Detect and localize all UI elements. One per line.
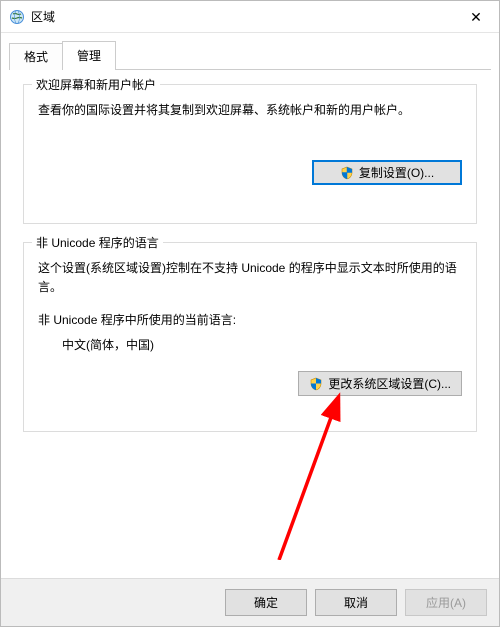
group-welcome-accounts: 欢迎屏幕和新用户帐户 查看你的国际设置并将其复制到欢迎屏幕、系统帐户和新的用户帐…	[23, 84, 477, 224]
change-system-locale-button[interactable]: 更改系统区域设置(C)...	[298, 371, 462, 396]
copy-settings-button[interactable]: 复制设置(O)...	[312, 160, 462, 185]
dialog-footer: 确定 取消 应用(A)	[1, 578, 499, 626]
group-welcome-title: 欢迎屏幕和新用户帐户	[32, 76, 160, 93]
close-icon: ✕	[470, 10, 482, 24]
group-welcome-desc: 查看你的国际设置并将其复制到欢迎屏幕、系统帐户和新的用户帐户。	[38, 101, 462, 120]
group-non-unicode-title: 非 Unicode 程序的语言	[32, 234, 163, 251]
titlebar: 区域 ✕	[1, 1, 499, 33]
globe-icon	[9, 9, 25, 25]
copy-settings-label: 复制设置(O)...	[359, 164, 434, 181]
close-button[interactable]: ✕	[453, 1, 499, 33]
shield-icon	[340, 166, 354, 180]
change-system-locale-label: 更改系统区域设置(C)...	[328, 375, 451, 392]
current-language-label: 非 Unicode 程序中所使用的当前语言:	[38, 311, 462, 328]
cancel-button[interactable]: 取消	[315, 589, 397, 616]
current-language-value: 中文(简体，中国)	[38, 336, 462, 353]
shield-icon	[309, 377, 323, 391]
tab-content-admin: 欢迎屏幕和新用户帐户 查看你的国际设置并将其复制到欢迎屏幕、系统帐户和新的用户帐…	[9, 70, 491, 584]
tabs-container: 格式 管理 欢迎屏幕和新用户帐户 查看你的国际设置并将其复制到欢迎屏幕、系统帐户…	[1, 33, 499, 584]
tab-strip: 格式 管理	[9, 41, 491, 70]
group-non-unicode: 非 Unicode 程序的语言 这个设置(系统区域设置)控制在不支持 Unico…	[23, 242, 477, 432]
tab-format[interactable]: 格式	[9, 43, 63, 70]
window-title: 区域	[31, 8, 453, 25]
tab-admin[interactable]: 管理	[62, 41, 116, 70]
apply-button[interactable]: 应用(A)	[405, 589, 487, 616]
ok-button[interactable]: 确定	[225, 589, 307, 616]
group-non-unicode-desc: 这个设置(系统区域设置)控制在不支持 Unicode 的程序中显示文本时所使用的…	[38, 259, 462, 297]
